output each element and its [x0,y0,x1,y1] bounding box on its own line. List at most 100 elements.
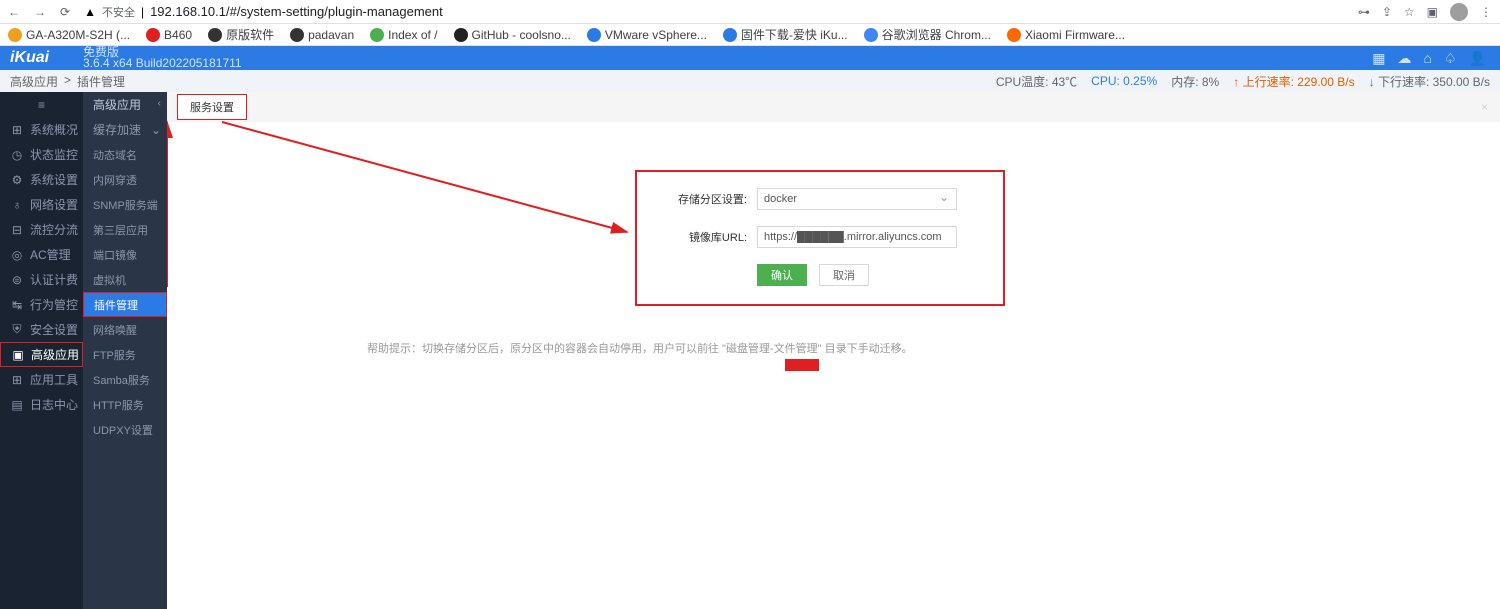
sub-item-mirror[interactable]: 端口镜像 [83,242,167,267]
sub-item-l3[interactable]: 第三层应用 [83,217,167,242]
log-icon: ▤ [10,398,24,412]
sidebar-item-monitor[interactable]: ◷状态监控 [0,142,83,167]
insecure-label: 不安全 [102,4,135,20]
chevron-left-icon[interactable]: ‹ [158,98,161,109]
sub-item-ftp[interactable]: FTP服务 [83,342,167,367]
key-icon[interactable]: ⊶ [1358,5,1370,19]
bookmarks-bar: GA-A320M-S2H (... B460 原版软件 padavan Inde… [0,24,1500,46]
sub-item-http[interactable]: HTTP服务 [83,392,167,417]
bookmark-favicon [146,28,160,42]
behavior-icon: ↹ [10,298,24,312]
ac-icon: ◎ [10,248,24,262]
confirm-button[interactable]: 确认 [757,264,807,286]
storage-label: 存储分区设置: [673,191,747,207]
sub-item-snmp[interactable]: SNMP服务端 [83,192,167,217]
download-rate: ↓ 下行速率: 350.00 B/s [1369,73,1490,90]
bookmark-favicon [8,28,22,42]
address-bar[interactable]: ▲ 不安全 | 192.168.10.1/#/system-setting/pl… [84,4,1344,20]
sub-item-wol[interactable]: 网络唤醒 [83,317,167,342]
advanced-icon: ▣ [11,348,25,362]
cancel-button[interactable]: 取消 [819,264,869,286]
bookmark-favicon [370,28,384,42]
cloud-icon[interactable]: ☁ [1398,50,1412,67]
url-text: 192.168.10.1/#/system-setting/plugin-man… [150,4,443,19]
share-icon[interactable]: ⇪ [1382,5,1392,19]
bookmark-favicon [587,28,601,42]
bookmark-favicon [208,28,222,42]
sub-item-udpxy[interactable]: UDPXY设置 [83,417,167,442]
star-icon[interactable]: ☆ [1404,5,1415,19]
browser-actions: ⊶ ⇪ ☆ ▣ ⋮ [1358,3,1492,21]
sidebar-item-overview[interactable]: ⊞系统概况 [0,117,83,142]
menu-icon[interactable]: ⋮ [1480,5,1492,19]
sidebar-item-advanced[interactable]: ▣高级应用 [0,342,83,367]
secondary-sidebar-title: 高级应用 ‹ [83,92,167,117]
tab-service-settings[interactable]: 服务设置 [177,94,247,120]
sidebar-item-logs[interactable]: ▤日志中心 [0,392,83,417]
settings-form: 存储分区设置: docker 镜像库URL: 确认 取消 [635,170,1005,306]
bookmark-item[interactable]: 固件下载-爱快 iKu... [723,26,848,43]
bookmark-item[interactable]: Xiaomi Firmware... [1007,28,1125,42]
url-label: 镜像库URL: [673,229,747,245]
bookmark-item[interactable]: B460 [146,28,192,42]
sub-item-samba[interactable]: Samba服务 [83,367,167,392]
bookmark-item[interactable]: Index of / [370,28,437,42]
user-icon[interactable]: 👤 [1469,50,1486,67]
extensions-icon[interactable]: ▣ [1427,5,1438,19]
sidebar-item-ac[interactable]: ◎AC管理 [0,242,83,267]
bookmark-favicon [864,28,878,42]
logo[interactable]: iKuai [0,49,83,67]
sidebar-item-behavior[interactable]: ↹行为管控 [0,292,83,317]
auth-icon: ⊜ [10,273,24,287]
content-area: 服务设置 × 存储分区设置: docker 镜像库URL: 确认 取消 [167,92,1500,609]
sidebar-toggle[interactable]: ≡ [0,92,83,117]
bookmark-item[interactable]: padavan [290,28,354,42]
flow-icon: ⊟ [10,223,24,237]
close-icon[interactable]: × [1481,100,1488,114]
sidebar-item-tools[interactable]: ⊞应用工具 [0,367,83,392]
bookmark-item[interactable]: GitHub - coolsno... [454,28,571,42]
tab-bar: 服务设置 × [167,92,1500,122]
secondary-sidebar: 高级应用 ‹ 缓存加速⌄ 动态域名 内网穿透 SNMP服务端 第三层应用 端口镜… [83,92,167,609]
sub-item-cache[interactable]: 缓存加速⌄ [83,117,167,142]
dashboard-icon: ⊞ [10,123,24,137]
bookmark-item[interactable]: GA-A320M-S2H (... [8,28,130,42]
bookmark-item[interactable]: 谷歌浏览器 Chrom... [864,26,991,43]
primary-sidebar: ≡ ⊞系统概况 ◷状态监控 ⚙系统设置 ♁网络设置 ⊟流控分流 ◎AC管理 ⊜认… [0,92,83,609]
breadcrumb: 高级应用>插件管理 [10,73,125,90]
insecure-icon: ▲ [84,5,96,19]
bookmark-item[interactable]: VMware vSphere... [587,28,707,42]
forward-icon[interactable]: → [34,5,46,19]
bookmark-item[interactable]: 原版软件 [208,26,274,43]
sidebar-item-security[interactable]: ⛨安全设置 [0,317,83,342]
reload-icon[interactable]: ⟳ [60,5,70,19]
app-header: iKuai 免费版 3.6.4 x64 Build202205181711 ▦ … [0,46,1500,70]
sub-item-ddns[interactable]: 动态域名 [83,142,167,167]
tools-icon: ⊞ [10,373,24,387]
sidebar-item-network[interactable]: ♁网络设置 [0,192,83,217]
help-hint: 帮助提示：切换存储分区后，原分区中的容器会自动停用，用户可以前往 "磁盘管理-文… [367,340,913,356]
sub-item-nat[interactable]: 内网穿透 [83,167,167,192]
separator: | [141,5,144,19]
sidebar-item-flow[interactable]: ⊟流控分流 [0,217,83,242]
monitor-icon: ◷ [10,148,24,162]
sidebar-item-system[interactable]: ⚙系统设置 [0,167,83,192]
sidebar-item-auth[interactable]: ⊜认证计费 [0,267,83,292]
home-icon[interactable]: ⌂ [1424,50,1432,66]
back-icon[interactable]: ← [8,5,20,19]
bookmark-favicon [1007,28,1021,42]
sub-item-plugin[interactable]: 插件管理 [83,292,167,317]
sub-item-vm[interactable]: 虚拟机 [83,267,167,292]
gear-icon: ⚙ [10,173,24,187]
upload-rate: ↑ 上行速率: 229.00 B/s [1233,73,1354,90]
profile-avatar[interactable] [1450,3,1468,21]
mem-usage: 内存: 8% [1171,73,1219,90]
chevron-down-icon: ⌄ [151,123,161,137]
bookmark-favicon [454,28,468,42]
grid-icon[interactable]: ▦ [1372,50,1385,67]
storage-select[interactable]: docker [757,188,957,210]
bell-icon[interactable]: ♤ [1444,50,1457,67]
mirror-url-input[interactable] [757,226,957,248]
browser-nav-bar: ← → ⟳ ▲ 不安全 | 192.168.10.1/#/system-sett… [0,0,1500,24]
shield-icon: ⛨ [10,322,24,337]
